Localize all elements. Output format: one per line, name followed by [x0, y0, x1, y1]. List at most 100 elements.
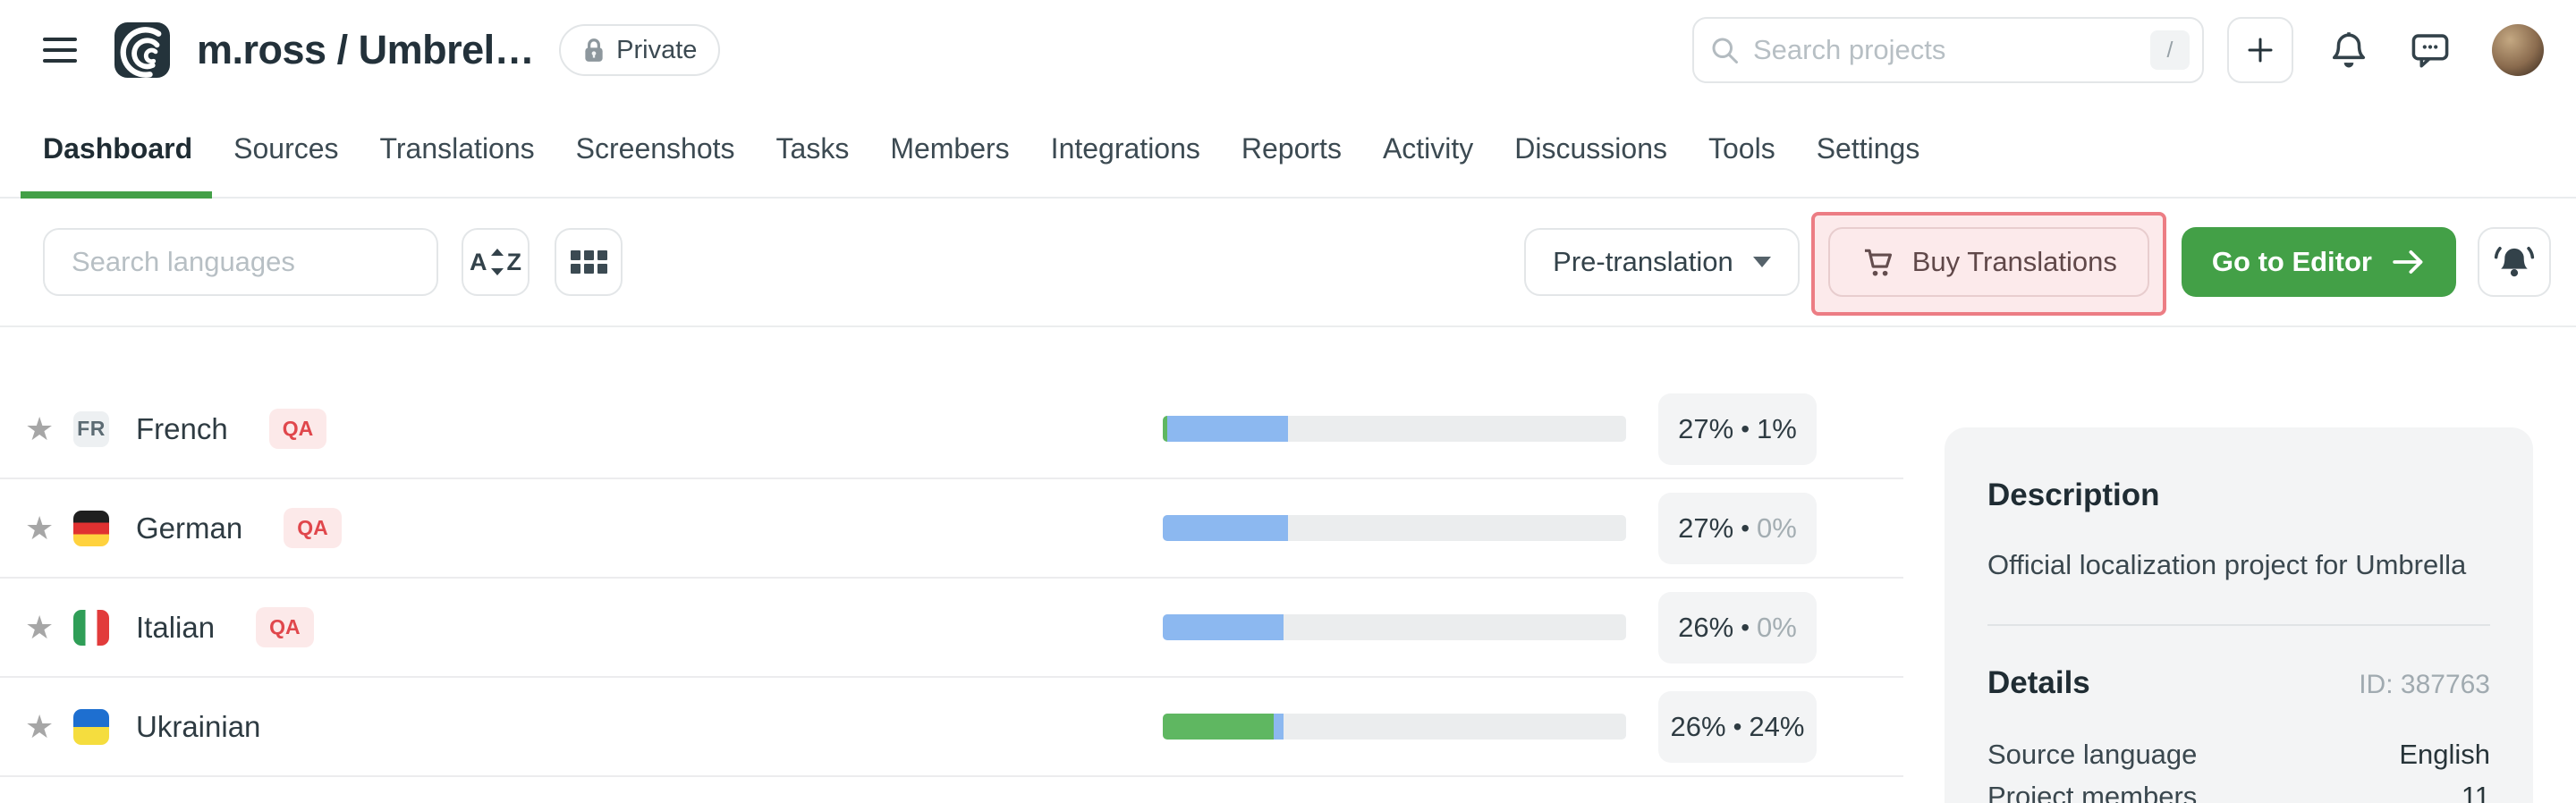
progress-translated-segment [1167, 416, 1288, 442]
dot-separator: • [1733, 714, 1742, 740]
pretranslation-dropdown[interactable]: Pre-translation [1524, 228, 1800, 296]
qa-badge: QA [284, 508, 342, 548]
detail-row: Source language English [1987, 733, 2490, 775]
language-flag [73, 610, 109, 646]
language-row[interactable]: ★ Ukrainian 26% • 24% [0, 678, 1903, 777]
create-project-button[interactable] [2227, 17, 2293, 83]
translated-percent: 26% [1671, 711, 1726, 743]
search-shortcut-hint: / [2150, 30, 2190, 70]
details-header: Details ID: 387763 [1987, 665, 2490, 701]
sort-button[interactable]: A Z [462, 228, 530, 296]
arrow-right-icon [2392, 249, 2426, 275]
notifications-button[interactable] [2329, 30, 2368, 71]
crowdin-logo [114, 22, 170, 78]
project-title[interactable]: m.ross / Umbrel… [197, 27, 534, 73]
header-actions: / [1692, 17, 2544, 83]
qa-badge: QA [256, 607, 314, 647]
progress-bar [1163, 515, 1626, 541]
search-icon [1708, 34, 1741, 66]
tab-members[interactable]: Members [890, 100, 1009, 197]
translated-percent: 27% [1678, 512, 1733, 545]
detail-value: English [2399, 733, 2490, 775]
tab-label: Dashboard [43, 132, 192, 165]
translated-percent: 26% [1678, 612, 1733, 644]
progress-stats-badge[interactable]: 26% • 24% [1658, 691, 1817, 763]
tab-tasks[interactable]: Tasks [776, 100, 850, 197]
tab-dashboard[interactable]: Dashboard [43, 100, 192, 197]
tab-screenshots[interactable]: Screenshots [576, 100, 735, 197]
language-name[interactable]: French [136, 412, 228, 446]
sidebar-divider [1987, 624, 2490, 626]
language-name[interactable]: Italian [136, 611, 215, 645]
language-list: ★ FR French QA 27% • 1% ★ German QA 27% … [0, 380, 1903, 777]
buy-translations-button[interactable]: Buy Translations [1828, 227, 2149, 297]
plus-icon [2244, 34, 2276, 66]
approved-percent: 1% [1757, 413, 1797, 445]
language-row[interactable]: ★ German QA 27% • 0% [0, 479, 1903, 579]
chat-icon [2410, 30, 2451, 70]
progress-stats-badge[interactable]: 27% • 1% [1658, 393, 1817, 465]
favorite-star-icon[interactable]: ★ [25, 612, 64, 644]
bell-icon [2329, 30, 2368, 71]
approved-percent: 0% [1757, 612, 1797, 644]
dot-separator: • [1741, 516, 1750, 541]
menu-button[interactable] [43, 38, 77, 63]
privacy-badge: Private [559, 24, 720, 76]
announcements-button[interactable] [2478, 227, 2551, 297]
tab-settings[interactable]: Settings [1817, 100, 1920, 197]
favorite-star-icon[interactable]: ★ [25, 512, 64, 545]
buy-translations-wrapper: Buy Translations [1828, 227, 2149, 297]
progress-stats-badge[interactable]: 27% • 0% [1658, 493, 1817, 564]
progress-approved-segment [1163, 714, 1274, 740]
tab-reports[interactable]: Reports [1241, 100, 1342, 197]
description-title: Description [1987, 478, 2490, 513]
avatar[interactable] [2492, 24, 2544, 76]
go-to-editor-button[interactable]: Go to Editor [2182, 227, 2456, 297]
language-flag: FR [73, 411, 109, 447]
lock-icon [582, 37, 606, 63]
tab-integrations[interactable]: Integrations [1051, 100, 1200, 197]
dashboard-main: ★ FR French QA 27% • 1% ★ German QA 27% … [0, 380, 2576, 803]
progress-stats-badge[interactable]: 26% • 0% [1658, 592, 1817, 664]
qa-badge: QA [269, 409, 327, 449]
tab-label: Sources [233, 132, 338, 165]
tab-label: Settings [1817, 132, 1920, 165]
favorite-star-icon[interactable]: ★ [25, 711, 64, 743]
detail-label: Project members [1987, 775, 2197, 803]
tab-label: Activity [1383, 132, 1473, 165]
app-header: m.ross / Umbrel… Private / [0, 0, 2576, 100]
project-search-input[interactable] [1692, 17, 2204, 83]
tab-translations[interactable]: Translations [380, 100, 535, 197]
language-search-input[interactable] [43, 228, 438, 296]
tab-discussions[interactable]: Discussions [1514, 100, 1667, 197]
sort-az-icon: A Z [470, 249, 521, 276]
tab-activity[interactable]: Activity [1383, 100, 1473, 197]
translated-percent: 27% [1678, 413, 1733, 445]
progress-bar [1163, 714, 1626, 740]
messages-button[interactable] [2410, 30, 2451, 70]
progress-translated-segment [1274, 714, 1283, 740]
language-name[interactable]: Ukrainian [136, 710, 260, 744]
project-id: ID: 387763 [2359, 670, 2490, 700]
details-title: Details [1987, 665, 2090, 701]
language-name[interactable]: German [136, 511, 242, 545]
detail-label: Source language [1987, 733, 2197, 775]
language-row[interactable]: ★ FR French QA 27% • 1% [0, 380, 1903, 479]
progress-translated-segment [1163, 515, 1288, 541]
tab-sources[interactable]: Sources [233, 100, 338, 197]
tab-label: Members [890, 132, 1009, 165]
dot-separator: • [1741, 417, 1750, 442]
tab-label: Integrations [1051, 132, 1200, 165]
tab-label: Translations [380, 132, 535, 165]
language-row[interactable]: ★ Italian QA 26% • 0% [0, 579, 1903, 678]
progress-bar [1163, 416, 1626, 442]
favorite-star-icon[interactable]: ★ [25, 413, 64, 445]
grid-view-button[interactable] [555, 228, 623, 296]
grid-icon [571, 250, 607, 274]
privacy-label: Private [616, 36, 697, 65]
progress-bar [1163, 614, 1626, 640]
project-sidebar: Description Official localization projec… [1945, 427, 2533, 803]
tab-tools[interactable]: Tools [1708, 100, 1775, 197]
approved-percent: 0% [1757, 512, 1797, 545]
language-flag [73, 511, 109, 546]
